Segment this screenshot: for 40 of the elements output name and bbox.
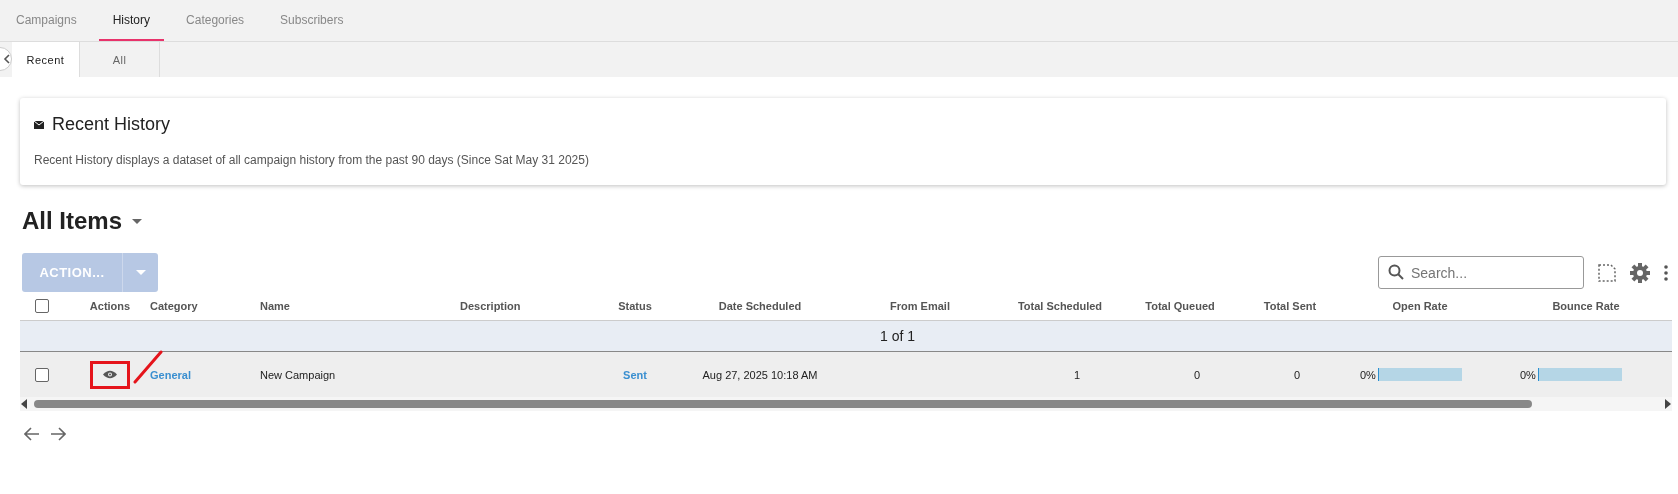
search-field[interactable]: Search... — [1378, 256, 1584, 289]
column-header[interactable]: From Email — [840, 300, 1000, 312]
subtab[interactable]: Recent — [12, 42, 80, 77]
scroll-left-icon[interactable] — [20, 399, 28, 409]
column-header[interactable]: Actions — [70, 300, 150, 312]
table-cell-text: 0 — [1292, 368, 1301, 381]
search-icon — [1388, 264, 1404, 280]
table-cell-text: 1 — [1072, 368, 1081, 381]
table-cell-text: Aug 27, 2025 10:18 AM — [701, 368, 819, 381]
column-header[interactable]: Description — [460, 300, 590, 312]
table-cell-text: 0 — [1192, 368, 1201, 381]
scrollbar[interactable] — [20, 397, 1672, 411]
column-header[interactable]: Total Queued — [1120, 300, 1240, 312]
rate-reading: 0% — [1360, 368, 1376, 381]
card-title: Recent History — [52, 114, 171, 135]
scroll-right-icon[interactable] — [1664, 399, 1672, 409]
more-icon[interactable] — [1664, 264, 1668, 281]
back-arrow-icon[interactable] — [24, 427, 40, 441]
column-header[interactable]: Status — [590, 300, 680, 312]
column-header[interactable]: Category — [150, 300, 260, 312]
row-checkbox[interactable] — [35, 367, 49, 382]
column-header[interactable]: Name — [260, 300, 460, 312]
settings-icon[interactable] — [1630, 262, 1650, 283]
selection-icon[interactable] — [1598, 263, 1616, 282]
table-cell-text: New Campaign — [260, 368, 337, 381]
forward-arrow-icon[interactable] — [50, 427, 66, 441]
column-header[interactable]: Open Rate — [1340, 300, 1500, 312]
card-description: Recent History displays a dataset of all campaign history from the past 90 days (Since Sat May 31 2025) — [34, 153, 590, 167]
select-all-checkbox[interactable] — [35, 299, 49, 313]
column-header[interactable]: Total Scheduled — [1000, 300, 1120, 312]
view-icon[interactable] — [103, 370, 117, 379]
column-header[interactable]: Total Sent — [1240, 300, 1340, 312]
column-header[interactable]: Date Scheduled — [680, 300, 840, 312]
rate-reading: 0% — [1520, 368, 1536, 381]
view-title: All Items — [22, 207, 123, 235]
chevron-icon[interactable] — [3, 54, 11, 64]
mail-icon — [34, 120, 44, 129]
column-header[interactable]: Bounce Rate — [1500, 300, 1672, 312]
group-label: 1 of 1 — [879, 328, 917, 344]
caret-icon[interactable] — [132, 218, 143, 224]
